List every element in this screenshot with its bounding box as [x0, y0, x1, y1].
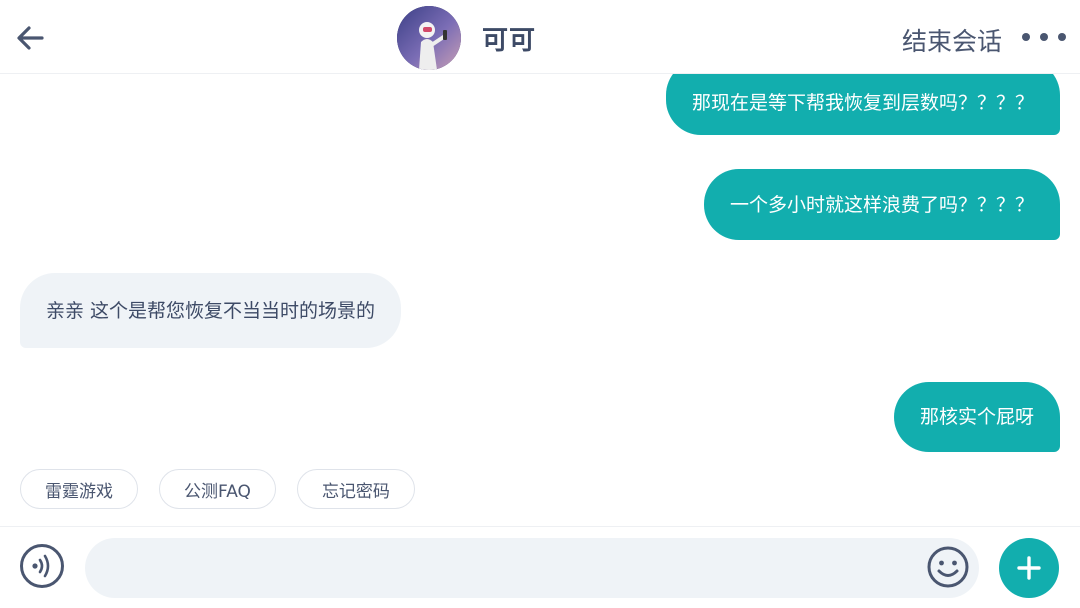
message-input-container	[85, 538, 979, 598]
composer-bar	[0, 526, 1080, 608]
message-bubble-outgoing: 一个多小时就这样浪费了吗？？？？	[703, 169, 1060, 240]
emoji-icon[interactable]	[926, 545, 970, 589]
message-input[interactable]	[109, 538, 909, 598]
quick-reply-bar: 雷霆游戏 公测FAQ 忘记密码	[20, 469, 415, 509]
message-list[interactable]: 那现在是等下帮我恢复到层数吗？？？？ 一个多小时就这样浪费了吗？？？？ 亲亲 这…	[0, 74, 1080, 526]
chat-header: 可可 结束会话	[0, 0, 1080, 74]
quick-reply-chip[interactable]: 雷霆游戏	[20, 469, 138, 509]
plus-icon[interactable]	[999, 538, 1059, 598]
message-bubble-outgoing: 那核实个屁呀	[893, 382, 1060, 452]
voice-icon[interactable]	[20, 544, 64, 588]
message-bubble-outgoing: 那现在是等下帮我恢复到层数吗？？？？	[665, 74, 1060, 135]
contact-name: 可可	[482, 26, 537, 56]
arrow-left-icon[interactable]	[12, 20, 48, 56]
end-session-button[interactable]: 结束会话	[902, 22, 1002, 58]
quick-reply-chip[interactable]: 公测FAQ	[159, 469, 276, 509]
quick-reply-chip[interactable]: 忘记密码	[296, 469, 415, 509]
more-dots-icon[interactable]	[1022, 24, 1066, 50]
avatar[interactable]	[397, 6, 461, 70]
message-bubble-incoming: 亲亲 这个是帮您恢复不当当时的场景的	[20, 273, 402, 348]
